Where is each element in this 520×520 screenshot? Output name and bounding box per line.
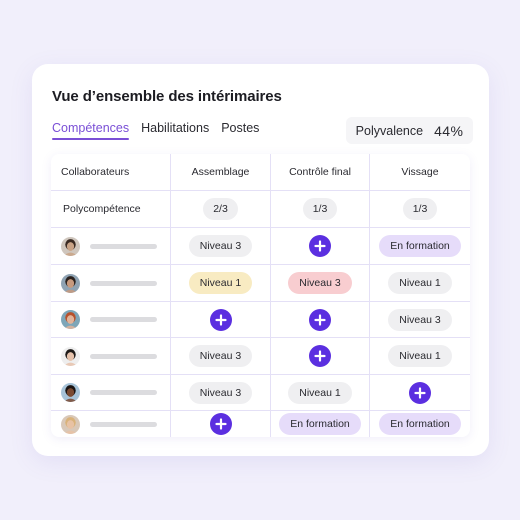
skill-level-badge[interactable]: Niveau 1 xyxy=(188,272,253,294)
add-skill-button[interactable] xyxy=(309,345,331,367)
avatar-person-6[interactable] xyxy=(61,414,80,434)
plus-icon xyxy=(314,313,326,326)
skill-level-badge[interactable]: Niveau 1 xyxy=(288,381,352,404)
name-placeholder xyxy=(90,353,157,359)
collaborator-cell[interactable] xyxy=(51,411,171,437)
polycompetence-count: 1/3 xyxy=(402,198,438,220)
plus-icon xyxy=(314,350,326,362)
plus-icon xyxy=(414,386,426,399)
skill-cell: Niveau 3 xyxy=(370,302,470,337)
polycompetence-count: 1/3 xyxy=(302,198,338,220)
skill-cell: Niveau 1 xyxy=(271,375,370,410)
tab-postes[interactable]: Postes xyxy=(221,121,259,140)
avatar-person-4[interactable] xyxy=(61,346,80,366)
add-skill-button[interactable] xyxy=(309,308,331,331)
skill-level-badge[interactable]: En formation xyxy=(379,235,461,257)
collaborator-cell[interactable] xyxy=(51,338,171,374)
avatar-person-5[interactable] xyxy=(61,383,80,402)
skill-cell: Niveau 3 xyxy=(171,228,271,264)
avatar-person-1[interactable] xyxy=(61,236,80,256)
polycompetence-cell: 2/3 xyxy=(171,191,271,227)
name-placeholder xyxy=(90,390,157,395)
polycompetence-cell: 1/3 xyxy=(370,191,470,227)
header-controle-final: Contrôle final xyxy=(271,154,370,190)
skill-level-badge[interactable]: Niveau 3 xyxy=(188,235,253,257)
skill-level-badge[interactable]: En formation xyxy=(279,413,361,435)
polyvalence-summary: Polyvalence 44% xyxy=(346,117,473,144)
table-row: Niveau 3 xyxy=(51,302,470,338)
skill-level-badge[interactable]: En formation xyxy=(379,413,461,435)
plus-icon xyxy=(214,418,227,430)
add-skill-button[interactable] xyxy=(209,413,232,435)
collaborator-cell[interactable] xyxy=(51,265,171,301)
skill-level-badge[interactable]: Niveau 3 xyxy=(288,272,352,294)
polycompetence-row: Polycompétence 2/3 1/3 1/3 xyxy=(51,191,470,228)
table-row: Niveau 3 Niveau 1 xyxy=(51,375,470,411)
skill-cell: Niveau 3 xyxy=(171,375,271,410)
skill-cell xyxy=(271,302,370,337)
polycompetence-label: Polycompétence xyxy=(51,191,171,227)
add-skill-button[interactable] xyxy=(209,308,232,331)
skill-cell: Niveau 1 xyxy=(370,265,470,301)
table-header-row: Collaborateurs Assemblage Contrôle final… xyxy=(51,154,470,191)
table-row: Niveau 1 Niveau 3 Niveau 1 xyxy=(51,265,470,302)
skill-cell: En formation xyxy=(370,411,470,437)
tab-habilitations[interactable]: Habilitations xyxy=(141,121,209,140)
collaborator-cell[interactable] xyxy=(51,228,171,264)
name-placeholder xyxy=(90,280,157,286)
header-assemblage: Assemblage xyxy=(171,154,271,190)
name-placeholder xyxy=(90,421,157,427)
plus-icon xyxy=(314,240,326,252)
tab-competences[interactable]: Compétences xyxy=(52,121,130,140)
skill-level-badge[interactable]: Niveau 1 xyxy=(388,345,452,367)
overview-card: Vue d’ensemble des intérimaires Compéten… xyxy=(32,64,489,456)
table-row: Niveau 3 Niveau 1 xyxy=(51,338,470,375)
skill-cell xyxy=(271,228,370,264)
plus-icon xyxy=(214,313,227,326)
avatar-person-2[interactable] xyxy=(61,273,80,293)
polycompetence-count: 2/3 xyxy=(203,198,238,220)
skill-cell: Niveau 1 xyxy=(370,338,470,374)
avatar-person-3[interactable] xyxy=(61,310,80,329)
skills-table: Collaborateurs Assemblage Contrôle final… xyxy=(51,154,470,437)
name-placeholder xyxy=(90,243,157,249)
skill-cell xyxy=(271,338,370,374)
header-collaborateurs: Collaborateurs xyxy=(51,154,171,190)
skill-cell: En formation xyxy=(370,228,470,264)
polyvalence-label: Polyvalence xyxy=(355,123,424,138)
skill-cell: Niveau 3 xyxy=(271,265,370,301)
table-row: Niveau 3 En formation xyxy=(51,228,470,265)
card-title: Vue d’ensemble des intérimaires xyxy=(52,88,282,105)
skill-cell xyxy=(370,375,470,410)
skill-cell: Niveau 1 xyxy=(171,265,271,301)
tab-bar: Compétences Habilitations Postes xyxy=(52,121,259,140)
add-skill-button[interactable] xyxy=(309,235,331,257)
skill-level-badge[interactable]: Niveau 3 xyxy=(188,381,253,404)
name-placeholder xyxy=(90,317,157,322)
skill-cell xyxy=(171,411,271,437)
collaborator-cell[interactable] xyxy=(51,375,171,410)
header-vissage: Vissage xyxy=(401,166,439,178)
skill-level-badge[interactable]: Niveau 3 xyxy=(188,345,253,367)
skill-level-badge[interactable]: Niveau 3 xyxy=(388,308,452,331)
add-skill-button[interactable] xyxy=(409,381,431,404)
skill-cell: Niveau 3 xyxy=(171,338,271,374)
collaborator-cell[interactable] xyxy=(51,302,171,337)
skill-cell: En formation xyxy=(271,411,370,437)
skill-cell xyxy=(171,302,271,337)
polyvalence-value: 44% xyxy=(434,122,464,139)
polycompetence-cell: 1/3 xyxy=(271,191,370,227)
skill-level-badge[interactable]: Niveau 1 xyxy=(388,272,452,294)
table-row: En formation En formation xyxy=(51,411,470,437)
